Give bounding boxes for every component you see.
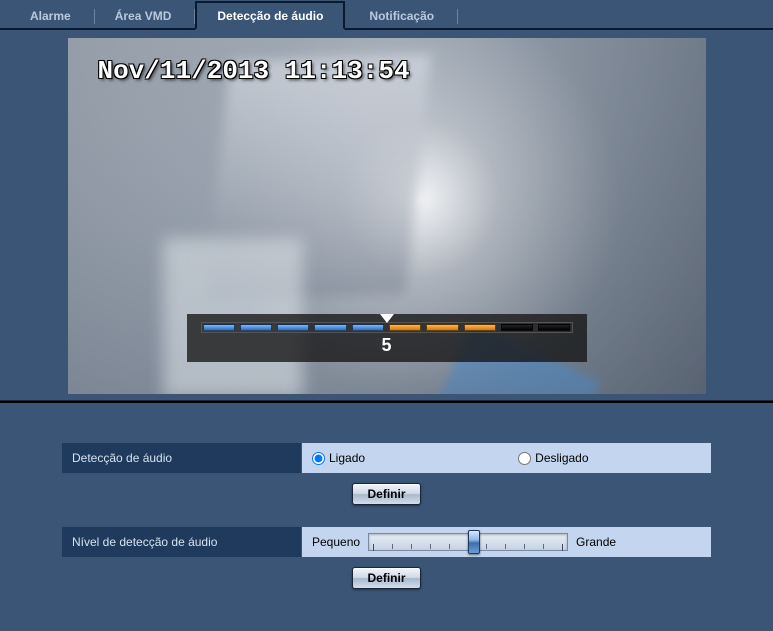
tab-area-vmd[interactable]: Área VMD [95, 3, 192, 28]
row-detection-level: Nível de detecção de áudio Pequeno Grand… [62, 527, 711, 557]
define-button[interactable]: Definir [352, 567, 420, 589]
slider-thumb[interactable] [468, 530, 480, 554]
label-detection-level: Nível de detecção de áudio [62, 527, 302, 557]
audio-level-meter [201, 322, 573, 333]
tab-label: Notificação [369, 9, 434, 23]
row-audio-detection: Detecção de áudio Ligado Desligado [62, 443, 711, 473]
video-timestamp: Nov/11/2013 11:13:54 [98, 56, 410, 86]
radio-option-off[interactable]: Desligado [518, 451, 588, 465]
level-segment [203, 324, 235, 331]
radio-label: Desligado [535, 451, 588, 465]
level-segment [314, 324, 346, 331]
radio-label: Ligado [329, 451, 365, 465]
level-segment [352, 324, 384, 331]
radio-group-onoff: Ligado Desligado [312, 451, 701, 465]
video-preview: Nov/11/2013 11:13:54 5 [68, 38, 706, 394]
tab-audio-detection[interactable]: Detecção de áudio [195, 1, 345, 30]
level-segment [464, 324, 496, 331]
level-segment [240, 324, 272, 331]
audio-level-value: 5 [381, 335, 391, 356]
radio-off[interactable] [518, 452, 531, 465]
level-segment [426, 324, 458, 331]
level-segment [501, 324, 533, 331]
slider-wrap: Pequeno Grande [312, 533, 701, 551]
video-container: Nov/11/2013 11:13:54 5 [0, 30, 773, 400]
radio-on[interactable] [312, 452, 325, 465]
tab-alarme[interactable]: Alarme [10, 3, 91, 28]
tab-label: Área VMD [115, 9, 172, 23]
button-row: Definir [62, 567, 711, 589]
tab-notificacao[interactable]: Notificação [349, 3, 454, 28]
radio-option-on[interactable]: Ligado [312, 451, 518, 465]
tab-label: Alarme [30, 9, 71, 23]
tab-bar: Alarme Área VMD Detecção de áudio Notifi… [0, 0, 773, 30]
tab-label: Detecção de áudio [217, 9, 323, 23]
slider-min-label: Pequeno [312, 535, 360, 549]
control-detection-level: Pequeno Grande [302, 527, 711, 557]
level-segment [389, 324, 421, 331]
slider-max-label: Grande [576, 535, 616, 549]
define-button[interactable]: Definir [352, 483, 420, 505]
audio-level-overlay: 5 [187, 314, 587, 362]
control-audio-detection: Ligado Desligado [302, 443, 711, 473]
label-audio-detection: Detecção de áudio [62, 443, 302, 473]
button-row: Definir [62, 483, 711, 505]
tab-separator [457, 9, 458, 24]
level-segment [277, 324, 309, 331]
level-segment [538, 324, 570, 331]
detection-level-slider[interactable] [368, 533, 568, 551]
level-pointer-icon [380, 314, 394, 323]
settings-form: Detecção de áudio Ligado Desligado Defin… [0, 403, 773, 631]
